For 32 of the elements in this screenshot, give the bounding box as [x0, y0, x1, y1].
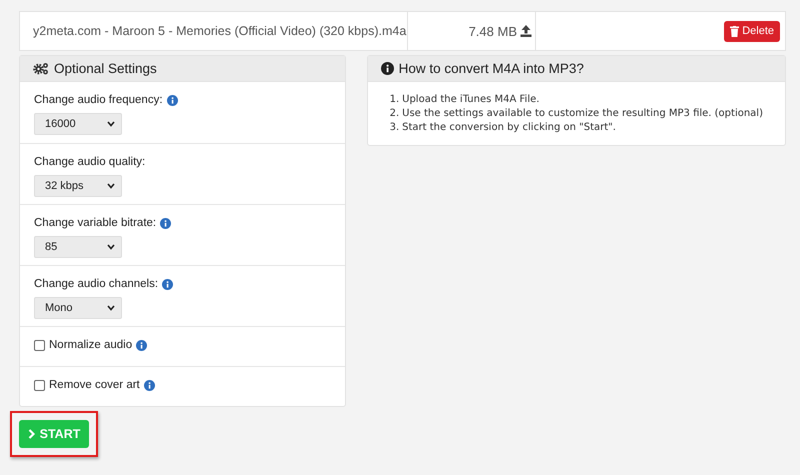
step-text: Use the settings available to customize the resulting MP3 file. (optional): [402, 107, 763, 121]
chevron-right-icon: [28, 429, 35, 439]
trash-icon: [730, 26, 740, 36]
chevron-down-icon: [107, 244, 115, 250]
checkbox-label: Normalize audio: [49, 339, 132, 351]
step-number: 1.: [390, 93, 400, 107]
checkbox[interactable]: [34, 380, 45, 390]
step-number: 3.: [390, 121, 400, 135]
file-size: 7.48 MB: [468, 24, 517, 38]
panel-title: How to convert M4A into MP3?: [398, 61, 584, 76]
info-icon: [380, 62, 394, 75]
delete-button[interactable]: Delete: [724, 20, 780, 42]
setting-label: Change audio quality:: [34, 156, 146, 168]
checkbox[interactable]: [34, 340, 45, 350]
step-text: Upload the iTunes M4A File.: [402, 93, 540, 107]
panel-title: Optional Settings: [54, 61, 157, 76]
dropdown[interactable]: 85: [34, 236, 122, 258]
checkbox-label: Remove cover art: [49, 379, 140, 391]
chevron-down-icon: [107, 121, 115, 127]
setting-label: Change audio frequency:: [34, 94, 163, 106]
chevron-down-icon: [107, 305, 115, 311]
dropdown[interactable]: Mono: [34, 297, 122, 319]
step-text: Start the conversion by clicking on "Start".: [402, 121, 616, 135]
setting-label: Change variable bitrate:: [34, 217, 156, 229]
gears-icon: [33, 62, 49, 75]
chevron-down-icon: [107, 183, 115, 189]
upload-icon: [520, 25, 532, 37]
step-number: 2.: [390, 107, 400, 121]
dropdown[interactable]: 16000: [34, 113, 122, 135]
dropdown[interactable]: 32 kbps: [34, 175, 122, 197]
file-name: y2meta.com - Maroon 5 - Memories (Official Video) (320 kbps).m4a: [20, 12, 408, 50]
setting-label: Change audio channels:: [34, 278, 158, 290]
